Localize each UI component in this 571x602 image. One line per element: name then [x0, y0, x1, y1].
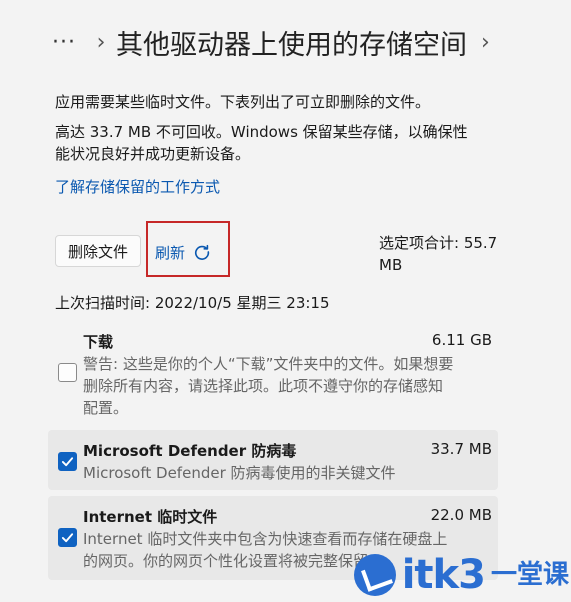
- intro-text-2b: 能状况良好并成功更新设备。: [55, 145, 251, 163]
- delete-files-button[interactable]: 删除文件: [55, 235, 141, 267]
- selected-total-line2: MB: [379, 256, 403, 274]
- storage-reserve-link[interactable]: 了解存储保留的工作方式: [55, 176, 220, 197]
- checkmark-icon: [61, 533, 74, 543]
- item-size: 22.0 MB: [430, 506, 492, 524]
- item-description: Microsoft Defender 防病毒使用的非关键文件: [83, 464, 396, 482]
- item-description-line3: 配置。: [83, 399, 129, 417]
- list-item-defender[interactable]: Microsoft Defender 防病毒 33.7 MB Microsoft…: [48, 430, 498, 490]
- chevron-right-icon-2: ›: [481, 29, 490, 55]
- item-name: 下载: [83, 333, 114, 351]
- refresh-button[interactable]: 刷新: [155, 238, 211, 266]
- defender-checkbox[interactable]: [58, 452, 77, 471]
- intro-text-2a: 高达 33.7 MB 不可回收。Windows 保留某些存储，以确保性: [55, 123, 468, 141]
- intro-text-1: 应用需要某些临时文件。下表列出了可立即删除的文件。: [55, 93, 431, 111]
- item-name: Microsoft Defender 防病毒: [83, 442, 297, 460]
- watermark: itk3 一堂课: [353, 552, 569, 598]
- breadcrumb-header: ··· › 其他驱动器上使用的存储空间 ›: [52, 22, 561, 62]
- item-description-line1: 警告: 这些是你的个人“下载”文件夹中的文件。如果想要: [83, 355, 454, 373]
- refresh-label: 刷新: [155, 243, 186, 262]
- list-item-downloads[interactable]: 下载 6.11 GB 警告: 这些是你的个人“下载”文件夹中的文件。如果想要 删…: [48, 323, 498, 423]
- item-size: 6.11 GB: [431, 331, 492, 349]
- watermark-suffix: 一堂课: [490, 560, 569, 590]
- chevron-right-icon: ›: [96, 29, 106, 55]
- internet-temp-checkbox[interactable]: [58, 528, 77, 547]
- selected-total-line1: 选定项合计: 55.7: [379, 234, 498, 252]
- item-description-line1: Internet 临时文件夹中包含为快速查看而存储在硬盘上: [83, 530, 448, 548]
- more-options-button[interactable]: ···: [52, 30, 86, 55]
- downloads-checkbox[interactable]: [58, 363, 77, 382]
- item-name: Internet 临时文件: [83, 508, 218, 526]
- checkmark-icon: [61, 457, 74, 467]
- item-description: 警告: 这些是你的个人“下载”文件夹中的文件。如果想要 删除所有内容，请选择此项…: [83, 353, 488, 419]
- page-title: 其他驱动器上使用的存储空间: [116, 29, 467, 61]
- item-description-line2: 删除所有内容，请选择此项。此项不遵守你的存储感知: [83, 377, 444, 395]
- watermark-brand: itk3: [401, 552, 486, 598]
- selected-total: 选定项合计: 55.7 MB: [379, 232, 514, 276]
- refresh-icon: [194, 244, 210, 260]
- last-scan-time: 上次扫描时间: 2022/10/5 星期三 23:15: [55, 294, 330, 312]
- item-size: 33.7 MB: [430, 440, 492, 458]
- watermark-logo-icon: [353, 554, 396, 596]
